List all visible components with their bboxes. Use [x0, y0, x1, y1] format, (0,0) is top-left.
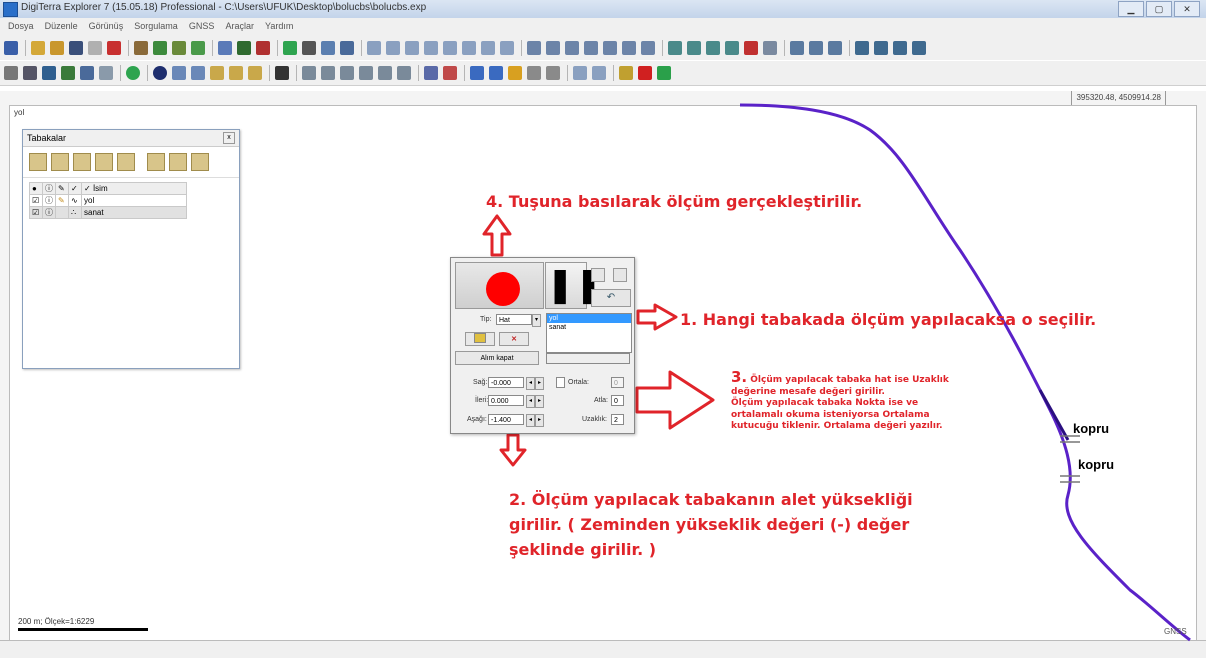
layers-table-header: ● ⓘ ✎ ✓ ✓ İsim	[29, 182, 187, 195]
layer-list-item[interactable]: sanat	[547, 323, 631, 332]
sag-label: Sağ:	[473, 379, 488, 386]
ortalama-label: Ortala:	[568, 379, 590, 386]
delete-layer-button[interactable]: ✕	[499, 332, 529, 346]
atla-input[interactable]: 0	[611, 395, 624, 406]
asagi-input[interactable]: -1.400	[488, 414, 524, 425]
check-col-icon: ✓	[68, 182, 82, 195]
layer-table-icon[interactable]	[117, 153, 135, 171]
chevron-down-icon[interactable]: ▾	[532, 314, 541, 327]
atla-label: Atla:	[594, 397, 609, 404]
bridge-label: kopru	[1078, 457, 1115, 472]
name-col-header: ✓ İsim	[81, 182, 187, 195]
layer-row[interactable]: ☑ ⓘ ✎ ∿ yol	[29, 194, 187, 207]
ileri-label: İleri:	[475, 397, 489, 404]
record-icon	[486, 272, 520, 306]
record-button[interactable]	[455, 262, 544, 309]
increment-icon[interactable]: ▸	[535, 395, 544, 408]
right-arrow-small	[636, 303, 678, 331]
asagi-label: Aşağı:	[467, 416, 487, 423]
annotation-step-2-line: şeklinde girilir. )	[509, 540, 657, 559]
right-arrow-large	[635, 370, 715, 430]
uzaklik-label: Uzaklık:	[582, 416, 607, 423]
point-type-icon: ∴	[68, 206, 82, 219]
annotation-step-3: 3. Ölçüm yapılacak tabaka hat ise Uzaklı…	[731, 370, 949, 433]
annotation-step-3-line: değerine mesafe değeri girilir.	[731, 386, 885, 397]
layers-table: ● ⓘ ✎ ✓ ✓ İsim ☑ ⓘ ✎ ∿ yol ☑ ⓘ ∴ sanat	[29, 182, 187, 219]
tip-select[interactable]: Hat	[496, 314, 532, 325]
add-layer-button[interactable]	[465, 332, 495, 346]
layer-delete-icon[interactable]	[191, 153, 209, 171]
visible-col-icon: ●	[29, 182, 43, 195]
edit-pencil-icon[interactable]: ✎	[55, 194, 69, 207]
info-icon[interactable]: ⓘ	[42, 194, 56, 207]
layer-name: sanat	[81, 206, 187, 219]
annotation-step-2-line: 2. Ölçüm yapılacak tabakanın alet yüksek…	[509, 490, 913, 509]
annotation-step-2-line: girilir. ( Zeminden yükseklik değeri (-)…	[509, 515, 910, 534]
scale-bar	[18, 628, 148, 631]
open-layer-icon[interactable]	[51, 153, 69, 171]
layer-name: yol	[81, 194, 187, 207]
bridge-label: kopru	[1073, 421, 1110, 436]
line-type-icon: ∿	[68, 194, 82, 207]
ileri-input[interactable]: 0.000	[488, 395, 524, 406]
minimize-panel-icon[interactable]	[591, 268, 605, 282]
layers-toolbar	[23, 147, 239, 178]
ortalama-input[interactable]: 0	[611, 377, 624, 388]
info-col-icon: ⓘ	[42, 182, 56, 195]
annotation-step-2: 2. Ölçüm yapılacak tabakanın alet yüksek…	[509, 487, 913, 562]
layer-properties-icon[interactable]	[73, 153, 91, 171]
layer-visible-checkbox[interactable]: ☑	[29, 206, 43, 219]
new-layer-icon[interactable]	[29, 153, 47, 171]
down-arrow	[499, 433, 527, 467]
ortalama-checkbox[interactable]	[556, 377, 565, 388]
layer-list[interactable]: yol sanat	[546, 313, 632, 353]
road-line-dark	[1038, 389, 1070, 441]
scale-text: 200 m; Ölçek=1:6229	[18, 617, 95, 626]
layer-up-icon[interactable]	[147, 153, 165, 171]
layers-panel-header: Tabakalar x	[23, 130, 239, 147]
annotation-step-1: 1. Hangi tabakada ölçüm yapılacaksa o se…	[680, 310, 1097, 329]
layer-row[interactable]: ☑ ⓘ ∴ sanat	[29, 206, 187, 219]
annotation-step-3-line: Ölçüm yapılacak tabaka hat ise Uzaklık	[750, 375, 949, 385]
decrement-icon[interactable]: ◂	[526, 414, 535, 427]
layers-panel: Tabakalar x ● ⓘ ✎ ✓ ✓ İsim ☑ ⓘ ✎ ∿ yol ☑…	[22, 129, 240, 369]
up-arrow	[482, 214, 512, 257]
layer-style-icon[interactable]	[95, 153, 113, 171]
uzaklik-input[interactable]: 2	[611, 414, 624, 425]
layer-list-scrollbar[interactable]	[546, 353, 630, 364]
sag-input[interactable]: -0.000	[488, 377, 524, 388]
decrement-icon[interactable]: ◂	[526, 377, 535, 390]
annotation-step-3-number: 3.	[731, 368, 748, 386]
annotation-step-3-line: Ölçüm yapılacak tabaka Nokta ise ve	[731, 398, 919, 409]
annotation-step-3-line: ortalamalı okuma isteniyorsa Ortalama	[731, 409, 930, 420]
settings-panel-icon[interactable]	[613, 268, 627, 282]
annotation-step-4: 4. Tuşuna basılarak ölçüm gerçekleştiril…	[486, 192, 863, 211]
increment-icon[interactable]: ▸	[535, 414, 544, 427]
close-icon[interactable]: x	[223, 132, 235, 144]
edit-empty-cell	[55, 206, 69, 219]
gnss-label: GNSS	[1164, 627, 1187, 636]
layer-list-item[interactable]: yol	[547, 314, 631, 323]
info-icon[interactable]: ⓘ	[42, 206, 56, 219]
edit-col-icon: ✎	[55, 182, 69, 195]
decrement-icon[interactable]: ◂	[526, 395, 535, 408]
tip-label: Tip:	[480, 316, 492, 323]
gnss-record-panel: ❚❚ ↶ Tip: Hat ▾ yol sanat ✕ Alım kapat S…	[450, 257, 635, 434]
pause-button[interactable]: ❚❚	[545, 262, 603, 309]
annotation-step-3-line: kutucuğu tiklenir. Ortalama değeri yazıl…	[731, 421, 943, 432]
undo-point-button[interactable]: ↶	[591, 289, 631, 307]
increment-icon[interactable]: ▸	[535, 377, 544, 390]
layer-visible-checkbox[interactable]: ☑	[29, 194, 43, 207]
layers-panel-title: Tabakalar	[27, 133, 67, 143]
layer-down-icon[interactable]	[169, 153, 187, 171]
alim-kapat-button[interactable]: Alım kapat	[455, 351, 539, 365]
